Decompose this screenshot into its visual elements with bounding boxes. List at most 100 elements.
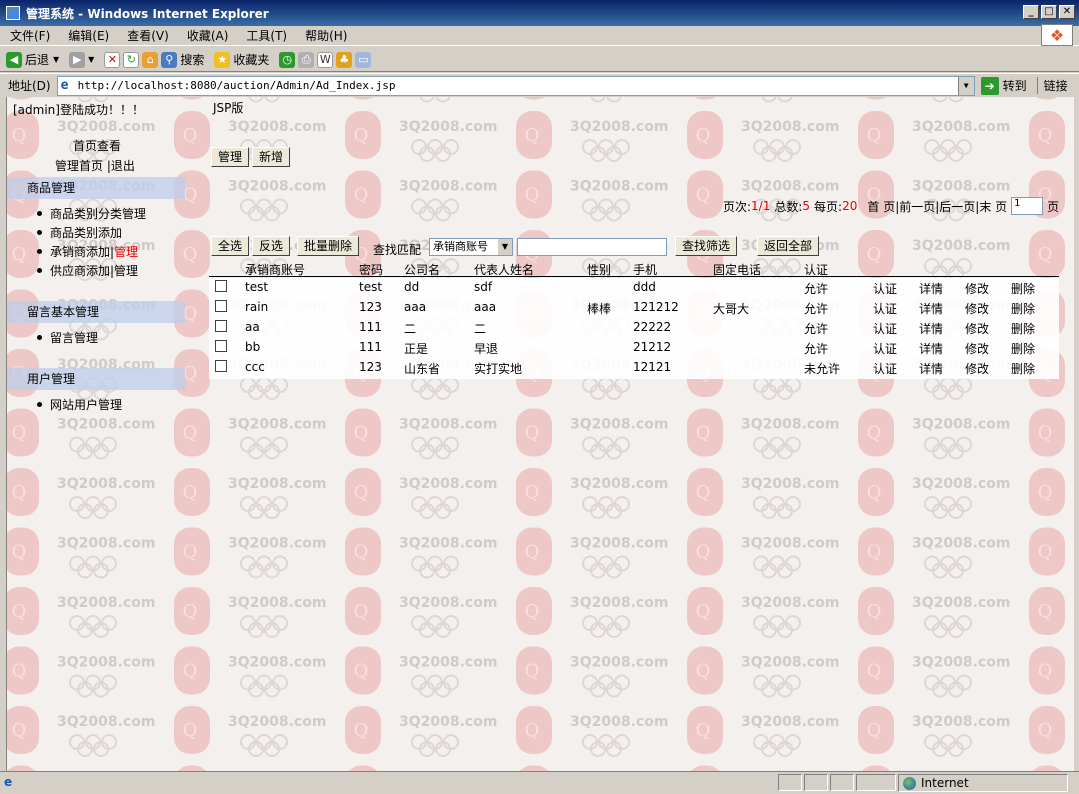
invert-selection-button[interactable]: 反选 xyxy=(252,236,291,256)
bullet-icon xyxy=(37,211,42,216)
links-button[interactable]: 链接 xyxy=(1036,77,1068,94)
refresh-icon[interactable]: ↻ xyxy=(123,51,140,68)
select-all-button[interactable]: 全选 xyxy=(211,236,250,256)
section-message-management[interactable]: 留言基本管理 xyxy=(7,301,185,323)
dropdown-arrow-icon[interactable]: ▼ xyxy=(53,55,59,64)
address-label: 地址(D) xyxy=(8,79,51,93)
details-link[interactable]: 详情 xyxy=(919,300,943,317)
delete-link[interactable]: 删除 xyxy=(1011,320,1035,337)
menu-view[interactable]: 查看(V) xyxy=(127,27,169,44)
menu-tools[interactable]: 工具(T) xyxy=(246,27,287,44)
row-checkbox[interactable] xyxy=(215,300,227,312)
bullet-icon xyxy=(37,249,42,254)
page-number-input[interactable]: 1 xyxy=(1011,197,1044,215)
address-dropdown-icon[interactable]: ▼ xyxy=(957,76,974,95)
favorites-button[interactable]: ★ 收藏夹 xyxy=(214,51,269,68)
address-input[interactable]: e http://localhost:8080/auction/Admin/Ad… xyxy=(56,75,975,96)
return-all-button[interactable]: 返回全部 xyxy=(757,236,820,256)
new-button[interactable]: 新增 xyxy=(252,147,291,167)
menu-bar: 文件(F) 编辑(E) 查看(V) 收藏(A) 工具(T) 帮助(H) xyxy=(0,26,1079,46)
dropdown-arrow-icon[interactable]: ▼ xyxy=(88,55,94,64)
forward-button[interactable]: ▶ ▼ xyxy=(69,51,94,68)
minimize-button[interactable]: _ xyxy=(1023,5,1039,19)
row-checkbox[interactable] xyxy=(215,360,227,372)
go-arrow-icon: ➔ xyxy=(980,76,999,95)
sidebar-item-category-mgmt[interactable]: 商品类别分类管理 xyxy=(37,205,146,222)
edit-link[interactable]: 修改 xyxy=(965,300,989,317)
distributor-manage-link[interactable]: 管理 xyxy=(114,243,138,260)
delete-link[interactable]: 删除 xyxy=(1011,280,1035,297)
menu-favorites[interactable]: 收藏(A) xyxy=(187,27,229,44)
edit-link[interactable]: 修改 xyxy=(965,360,989,377)
address-bar: 地址(D) e http://localhost:8080/auction/Ad… xyxy=(0,73,1079,97)
row-checkbox[interactable] xyxy=(215,280,227,292)
close-button[interactable]: ✕ xyxy=(1059,5,1075,19)
table-body: test test dd sdf ddd 允许 认证 详情 修改 删除 rain… xyxy=(209,278,1059,379)
globe-icon xyxy=(903,776,916,790)
search-label: 查找匹配 xyxy=(373,243,422,257)
details-link[interactable]: 详情 xyxy=(919,320,943,337)
go-button[interactable]: ➔ 转到 xyxy=(980,76,1027,95)
row-checkbox[interactable] xyxy=(215,340,227,352)
pagination: 页次: 1/1 总数: 5 每页: 20 首 页|前一页|后一页|末 页 1 页 xyxy=(723,197,1060,215)
details-link[interactable]: 详情 xyxy=(919,280,943,297)
certify-link[interactable]: 认证 xyxy=(873,340,897,357)
sidebar-item-site-users[interactable]: 网站用户管理 xyxy=(37,396,122,413)
print-icon[interactable]: ⎙ xyxy=(298,51,315,68)
pager-nav-links[interactable]: 首 页|前一页|后一页|末 页 xyxy=(867,198,1007,215)
status-cell xyxy=(856,774,896,791)
table-header: 承销商账号 密码 公司名 代表人姓名 性别 手机 固定电话 认证 xyxy=(209,259,1059,277)
search-input[interactable] xyxy=(517,238,667,256)
messenger-icon[interactable]: ♣ xyxy=(336,51,353,68)
section-user-management[interactable]: 用户管理 xyxy=(7,368,185,390)
status-cell xyxy=(830,774,854,791)
menu-file[interactable]: 文件(F) xyxy=(10,27,50,44)
windows-logo-icon: ❖ xyxy=(1041,24,1073,46)
bullet-icon xyxy=(37,335,42,340)
sidebar-item-supplier[interactable]: 供应商添加|管理 xyxy=(37,262,138,279)
bullet-icon xyxy=(37,268,42,273)
details-link[interactable]: 详情 xyxy=(919,340,943,357)
history-icon[interactable]: ◷ xyxy=(279,51,296,68)
edit-link[interactable]: 修改 xyxy=(965,320,989,337)
search-field-select[interactable]: 承销商账号 ▼ xyxy=(429,238,513,256)
sidebar-item-message-mgmt[interactable]: 留言管理 xyxy=(37,329,98,346)
edit-link[interactable]: 修改 xyxy=(965,280,989,297)
manage-button[interactable]: 管理 xyxy=(211,147,250,167)
row-checkbox[interactable] xyxy=(215,320,227,332)
ie-page-icon: e xyxy=(60,77,69,93)
sidebar-item-category-add[interactable]: 商品类别添加 xyxy=(37,224,122,241)
certify-link[interactable]: 认证 xyxy=(873,280,897,297)
maximize-button[interactable]: □ xyxy=(1041,5,1057,19)
star-icon: ★ xyxy=(214,51,231,68)
delete-link[interactable]: 删除 xyxy=(1011,340,1035,357)
chevron-down-icon: ▼ xyxy=(498,239,512,255)
col-company: 公司名 xyxy=(404,263,441,277)
edit-icon[interactable]: W xyxy=(317,51,334,68)
menu-edit[interactable]: 编辑(E) xyxy=(68,27,109,44)
delete-link[interactable]: 删除 xyxy=(1011,360,1035,377)
edit-link[interactable]: 修改 xyxy=(965,340,989,357)
forward-arrow-icon: ▶ xyxy=(69,51,86,68)
section-product-management[interactable]: 商品管理 xyxy=(7,177,185,199)
certify-link[interactable]: 认证 xyxy=(873,360,897,377)
details-link[interactable]: 详情 xyxy=(919,360,943,377)
stop-icon[interactable]: ✕ xyxy=(104,51,121,68)
col-phone: 固定电话 xyxy=(713,263,762,277)
certify-link[interactable]: 认证 xyxy=(873,320,897,337)
back-button[interactable]: ◀ 后退 ▼ xyxy=(6,51,59,68)
search-filter-button[interactable]: 查找筛选 xyxy=(675,236,738,256)
search-button[interactable]: ⚲ 搜索 xyxy=(161,51,204,68)
certify-link[interactable]: 认证 xyxy=(873,300,897,317)
search-icon: ⚲ xyxy=(161,51,178,68)
admin-home-link[interactable]: 管理首页 xyxy=(55,159,103,173)
home-icon[interactable]: ⌂ xyxy=(142,51,159,68)
distributor-add-link[interactable]: 承销商添加| xyxy=(50,243,114,260)
menu-help[interactable]: 帮助(H) xyxy=(305,27,347,44)
logout-link[interactable]: |退出 xyxy=(107,159,135,173)
security-zone: Internet xyxy=(898,774,1068,792)
batch-delete-button[interactable]: 批量删除 xyxy=(297,236,360,256)
delete-link[interactable]: 删除 xyxy=(1011,300,1035,317)
discuss-icon[interactable]: ▭ xyxy=(355,51,372,68)
home-view-link[interactable]: 首页查看 xyxy=(73,137,121,154)
